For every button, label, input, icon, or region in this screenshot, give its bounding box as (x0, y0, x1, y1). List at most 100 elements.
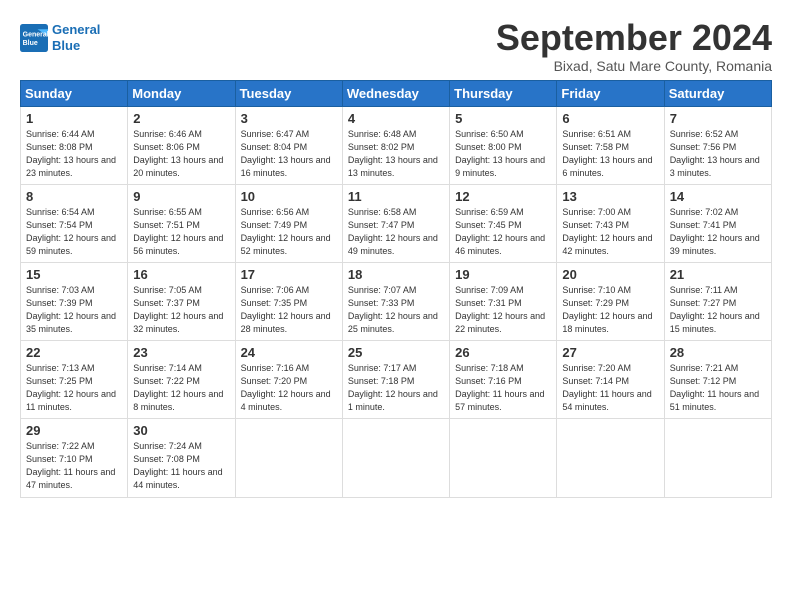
day-number: 25 (348, 345, 444, 360)
day-info: Sunrise: 7:00 AMSunset: 7:43 PMDaylight:… (562, 206, 658, 258)
day-number: 6 (562, 111, 658, 126)
day-info: Sunrise: 7:20 AMSunset: 7:14 PMDaylight:… (562, 362, 658, 414)
day-number: 19 (455, 267, 551, 282)
location-subtitle: Bixad, Satu Mare County, Romania (496, 58, 772, 74)
calendar-cell-3-2: 17 Sunrise: 7:06 AMSunset: 7:35 PMDayligh… (235, 262, 342, 340)
calendar-cell-5-5 (557, 419, 664, 497)
week-row-2: 8 Sunrise: 6:54 AMSunset: 7:54 PMDaylight… (21, 184, 772, 262)
day-info: Sunrise: 7:05 AMSunset: 7:37 PMDaylight:… (133, 284, 229, 336)
day-number: 22 (26, 345, 122, 360)
day-number: 11 (348, 189, 444, 204)
col-header-wednesday: Wednesday (342, 80, 449, 106)
col-header-thursday: Thursday (450, 80, 557, 106)
day-info: Sunrise: 7:07 AMSunset: 7:33 PMDaylight:… (348, 284, 444, 336)
day-info: Sunrise: 7:06 AMSunset: 7:35 PMDaylight:… (241, 284, 337, 336)
day-number: 3 (241, 111, 337, 126)
calendar-cell-1-1: 2Sunrise: 6:46 AMSunset: 8:06 PMDaylight… (128, 106, 235, 184)
day-number: 9 (133, 189, 229, 204)
day-info: Sunrise: 6:55 AMSunset: 7:51 PMDaylight:… (133, 206, 229, 258)
calendar-cell-3-6: 21 Sunrise: 7:11 AMSunset: 7:27 PMDayligh… (664, 262, 771, 340)
calendar-header-row: SundayMondayTuesdayWednesdayThursdayFrid… (21, 80, 772, 106)
day-number: 2 (133, 111, 229, 126)
day-number: 13 (562, 189, 658, 204)
calendar-table: SundayMondayTuesdayWednesdayThursdayFrid… (20, 80, 772, 498)
calendar-cell-4-0: 22 Sunrise: 7:13 AMSunset: 7:25 PMDayligh… (21, 341, 128, 419)
day-info: Sunrise: 7:11 AMSunset: 7:27 PMDaylight:… (670, 284, 766, 336)
day-number: 29 (26, 423, 122, 438)
day-info: Sunrise: 7:09 AMSunset: 7:31 PMDaylight:… (455, 284, 551, 336)
col-header-saturday: Saturday (664, 80, 771, 106)
calendar-cell-3-1: 16 Sunrise: 7:05 AMSunset: 7:37 PMDayligh… (128, 262, 235, 340)
logo-line2: Blue (52, 38, 100, 54)
day-info: Sunrise: 7:21 AMSunset: 7:12 PMDaylight:… (670, 362, 766, 414)
logo-line1: General (52, 22, 100, 38)
calendar-cell-2-3: 11 Sunrise: 6:58 AMSunset: 7:47 PMDayligh… (342, 184, 449, 262)
page-container: General Blue General Blue September 2024… (0, 0, 792, 508)
calendar-cell-2-6: 14Sunrise: 7:02 AMSunset: 7:41 PMDayligh… (664, 184, 771, 262)
calendar-cell-4-2: 24 Sunrise: 7:16 AMSunset: 7:20 PMDayligh… (235, 341, 342, 419)
day-number: 18 (348, 267, 444, 282)
calendar-cell-1-5: 6 Sunrise: 6:51 AMSunset: 7:58 PMDaylight… (557, 106, 664, 184)
day-number: 15 (26, 267, 122, 282)
col-header-friday: Friday (557, 80, 664, 106)
day-info: Sunrise: 7:10 AMSunset: 7:29 PMDaylight:… (562, 284, 658, 336)
calendar-cell-5-1: 30Sunrise: 7:24 AMSunset: 7:08 PMDayligh… (128, 419, 235, 497)
day-info: Sunrise: 7:16 AMSunset: 7:20 PMDaylight:… (241, 362, 337, 414)
day-number: 8 (26, 189, 122, 204)
week-row-4: 22 Sunrise: 7:13 AMSunset: 7:25 PMDayligh… (21, 341, 772, 419)
calendar-cell-4-1: 23 Sunrise: 7:14 AMSunset: 7:22 PMDayligh… (128, 341, 235, 419)
day-number: 10 (241, 189, 337, 204)
day-number: 27 (562, 345, 658, 360)
header: General Blue General Blue September 2024… (20, 18, 772, 74)
day-number: 23 (133, 345, 229, 360)
day-info: Sunrise: 6:51 AMSunset: 7:58 PMDaylight:… (562, 128, 658, 180)
day-info: Sunrise: 7:17 AMSunset: 7:18 PMDaylight:… (348, 362, 444, 414)
day-number: 20 (562, 267, 658, 282)
col-header-tuesday: Tuesday (235, 80, 342, 106)
calendar-cell-3-5: 20 Sunrise: 7:10 AMSunset: 7:29 PMDayligh… (557, 262, 664, 340)
day-number: 24 (241, 345, 337, 360)
calendar-cell-5-2 (235, 419, 342, 497)
calendar-cell-2-4: 12Sunrise: 6:59 AMSunset: 7:45 PMDayligh… (450, 184, 557, 262)
calendar-cell-3-0: 15Sunrise: 7:03 AMSunset: 7:39 PMDayligh… (21, 262, 128, 340)
svg-text:General: General (23, 31, 48, 38)
calendar-cell-4-3: 25 Sunrise: 7:17 AMSunset: 7:18 PMDayligh… (342, 341, 449, 419)
day-number: 12 (455, 189, 551, 204)
calendar-cell-1-4: 5Sunrise: 6:50 AMSunset: 8:00 PMDaylight… (450, 106, 557, 184)
calendar-cell-3-4: 19 Sunrise: 7:09 AMSunset: 7:31 PMDayligh… (450, 262, 557, 340)
calendar-cell-4-5: 27 Sunrise: 7:20 AMSunset: 7:14 PMDayligh… (557, 341, 664, 419)
day-number: 26 (455, 345, 551, 360)
week-row-1: 1Sunrise: 6:44 AMSunset: 8:08 PMDaylight… (21, 106, 772, 184)
day-info: Sunrise: 7:14 AMSunset: 7:22 PMDaylight:… (133, 362, 229, 414)
day-number: 28 (670, 345, 766, 360)
day-number: 21 (670, 267, 766, 282)
day-info: Sunrise: 6:48 AMSunset: 8:02 PMDaylight:… (348, 128, 444, 180)
col-header-sunday: Sunday (21, 80, 128, 106)
calendar-cell-5-6 (664, 419, 771, 497)
calendar-cell-2-1: 9 Sunrise: 6:55 AMSunset: 7:51 PMDaylight… (128, 184, 235, 262)
day-info: Sunrise: 7:22 AMSunset: 7:10 PMDaylight:… (26, 440, 122, 492)
day-info: Sunrise: 6:54 AMSunset: 7:54 PMDaylight:… (26, 206, 122, 258)
week-row-3: 15Sunrise: 7:03 AMSunset: 7:39 PMDayligh… (21, 262, 772, 340)
day-info: Sunrise: 7:13 AMSunset: 7:25 PMDaylight:… (26, 362, 122, 414)
logo: General Blue General Blue (20, 22, 100, 53)
calendar-cell-5-4 (450, 419, 557, 497)
day-number: 16 (133, 267, 229, 282)
day-info: Sunrise: 6:58 AMSunset: 7:47 PMDaylight:… (348, 206, 444, 258)
calendar-cell-2-5: 13 Sunrise: 7:00 AMSunset: 7:43 PMDayligh… (557, 184, 664, 262)
day-info: Sunrise: 6:50 AMSunset: 8:00 PMDaylight:… (455, 128, 551, 180)
day-number: 7 (670, 111, 766, 126)
calendar-cell-3-3: 18 Sunrise: 7:07 AMSunset: 7:33 PMDayligh… (342, 262, 449, 340)
day-info: Sunrise: 6:56 AMSunset: 7:49 PMDaylight:… (241, 206, 337, 258)
day-info: Sunrise: 7:02 AMSunset: 7:41 PMDaylight:… (670, 206, 766, 258)
calendar-cell-1-2: 3 Sunrise: 6:47 AMSunset: 8:04 PMDaylight… (235, 106, 342, 184)
day-info: Sunrise: 6:47 AMSunset: 8:04 PMDaylight:… (241, 128, 337, 180)
day-info: Sunrise: 7:18 AMSunset: 7:16 PMDaylight:… (455, 362, 551, 414)
calendar-cell-1-3: 4 Sunrise: 6:48 AMSunset: 8:02 PMDaylight… (342, 106, 449, 184)
svg-text:Blue: Blue (23, 40, 38, 47)
day-info: Sunrise: 6:44 AMSunset: 8:08 PMDaylight:… (26, 128, 122, 180)
month-title: September 2024 (496, 18, 772, 58)
day-number: 4 (348, 111, 444, 126)
title-block: September 2024 Bixad, Satu Mare County, … (496, 18, 772, 74)
day-number: 17 (241, 267, 337, 282)
